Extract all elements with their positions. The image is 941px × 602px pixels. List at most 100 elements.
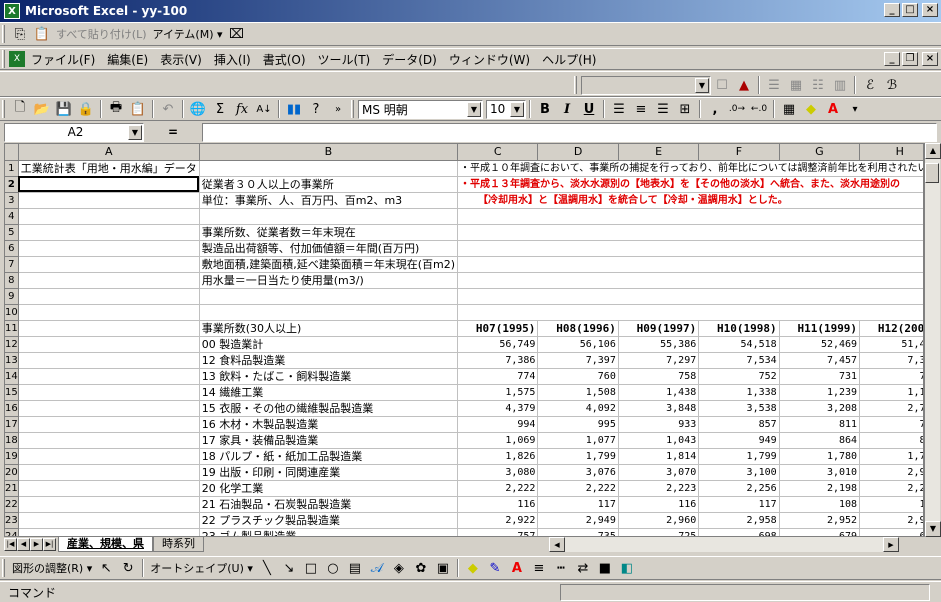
formula-input[interactable] (202, 122, 937, 142)
save-icon[interactable]: 💾 (53, 98, 75, 120)
line-color-icon[interactable]: ✎ (484, 557, 506, 579)
row-header[interactable]: 4 (5, 208, 19, 225)
value-cell[interactable]: 2,960 (618, 512, 700, 529)
cell-a[interactable] (18, 176, 200, 193)
menu-insert[interactable]: 挿入(I) (208, 51, 257, 68)
value-cell[interactable]: 52,469 (779, 336, 861, 353)
column-header[interactable]: B (199, 144, 459, 161)
value-cell[interactable]: 760 (537, 368, 619, 385)
worksheet-grid[interactable]: A B C D E F G H 1 工業統計表「用地・用水編」データ ・平成１０年調… (4, 143, 924, 537)
row-header[interactable]: 24 (5, 528, 19, 536)
print-icon[interactable]: 🖶 (105, 98, 127, 120)
bold-button[interactable]: B (534, 98, 556, 120)
cell-a[interactable] (18, 384, 200, 401)
industry-label[interactable]: 20 化学工業 (199, 480, 459, 497)
value-cell[interactable]: 811 (779, 416, 861, 433)
cell-table[interactable]: A B C D E F G H 1 工業統計表「用地・用水編」データ ・平成１０年調… (5, 144, 923, 536)
prev-sheet-icon[interactable]: ◀ (17, 538, 30, 551)
picture-icon[interactable]: ▣ (432, 557, 454, 579)
row-header[interactable]: 3 (5, 192, 19, 209)
value-cell[interactable]: 3,010 (779, 464, 861, 481)
maximize-button[interactable]: □ (902, 3, 918, 17)
menu-file[interactable]: ファイル(F) (25, 51, 101, 68)
cell-a[interactable] (18, 240, 200, 257)
value-cell[interactable]: 56,749 (457, 336, 539, 353)
value-cell[interactable]: 679 (779, 528, 861, 536)
row-header[interactable]: 21 (5, 480, 19, 497)
value-cell[interactable]: 117 (698, 496, 780, 513)
cell-note[interactable] (457, 240, 923, 257)
value-cell[interactable]: 3,538 (698, 400, 780, 417)
value-cell[interactable]: 1,799 (537, 448, 619, 465)
cell-a[interactable] (18, 512, 200, 529)
value-cell[interactable]: 1,077 (537, 432, 619, 449)
value-cell[interactable]: 2,223 (618, 480, 700, 497)
cell-note[interactable] (457, 288, 923, 305)
value-cell[interactable]: 3,848 (618, 400, 700, 417)
shadow-icon[interactable]: ■ (594, 557, 616, 579)
paste-all-button[interactable]: すべて貼り付け(L) (53, 24, 150, 44)
value-cell[interactable]: 1,069 (457, 432, 539, 449)
value-cell[interactable]: 817 (859, 432, 923, 449)
font-color-icon[interactable]: A (506, 557, 528, 579)
cell-a[interactable] (18, 528, 200, 536)
industry-label[interactable]: 00 製造業計 (199, 336, 459, 353)
toolbar-grip[interactable] (2, 25, 5, 43)
value-cell[interactable]: 864 (779, 432, 861, 449)
menu-help[interactable]: ヘルプ(H) (536, 51, 602, 68)
merge-center-icon[interactable]: ⊞ (674, 98, 696, 120)
row-header[interactable]: 1 (5, 160, 19, 177)
format-object-icon[interactable]: ☐ (711, 74, 733, 96)
industry-label[interactable]: 23 ゴム製品製造業 (199, 528, 459, 536)
arrow-style-icon[interactable]: ⇄ (572, 557, 594, 579)
industry-label[interactable]: 15 衣服・その他の繊維製品製造業 (199, 400, 459, 417)
industry-label[interactable]: 17 家具・装備品製造業 (199, 432, 459, 449)
value-cell[interactable]: 4,092 (537, 400, 619, 417)
value-cell[interactable]: 758 (618, 368, 700, 385)
open-folder-icon[interactable]: 📂 (31, 98, 53, 120)
industry-label[interactable]: 14 繊維工業 (199, 384, 459, 401)
row-header[interactable]: 19 (5, 448, 19, 465)
column-header[interactable]: E (618, 144, 700, 161)
cell-note[interactable]: 【冷却用水】と【温調用水】を統合して【冷却・温調用水】とした。 (457, 192, 923, 209)
row-header[interactable]: 12 (5, 336, 19, 353)
standard-grip[interactable] (2, 100, 5, 118)
paste-icon[interactable]: 📋 (31, 23, 53, 45)
year-header[interactable]: H09(1997) (618, 320, 700, 337)
cell-a[interactable] (18, 400, 200, 417)
fill-color-icon[interactable]: ◆ (800, 98, 822, 120)
cell-a[interactable] (18, 480, 200, 497)
value-cell[interactable]: 1,338 (698, 384, 780, 401)
cell-b[interactable] (199, 160, 459, 177)
value-cell[interactable]: 1,043 (618, 432, 700, 449)
next-sheet-icon[interactable]: ▶ (30, 538, 43, 551)
font-size-select[interactable]: 10 ▼ (486, 99, 526, 119)
value-cell[interactable]: 7,297 (618, 352, 700, 369)
industry-label[interactable]: 13 飲料・たばこ・飼料製造業 (199, 368, 459, 385)
close-button[interactable]: × (922, 3, 938, 17)
value-cell[interactable]: 2,949 (537, 512, 619, 529)
value-cell[interactable]: 7,534 (698, 352, 780, 369)
diagram-icon[interactable]: ◈ (388, 557, 410, 579)
row-header[interactable]: 16 (5, 400, 19, 417)
undo-icon[interactable]: ↶ (157, 98, 179, 120)
font-name-select[interactable]: MS 明朝 ▼ (358, 99, 483, 119)
arrow-icon[interactable]: ↘ (278, 557, 300, 579)
help-icon[interactable]: ? (305, 98, 327, 120)
clear-clipboard-icon[interactable]: ⌧ (226, 23, 248, 45)
insert-function-icon[interactable]: fx (231, 98, 253, 120)
line-icon[interactable]: ╲ (256, 557, 278, 579)
decrease-decimal-icon[interactable]: ←.0 (748, 98, 770, 120)
rectangle-icon[interactable]: □ (300, 557, 322, 579)
excel-app-icon[interactable]: X (4, 3, 20, 19)
borders-icon[interactable]: ▦ (778, 98, 800, 120)
row-header[interactable]: 11 (5, 320, 19, 337)
value-cell[interactable]: 7,457 (779, 352, 861, 369)
permission-icon[interactable]: 🔒 (75, 98, 97, 120)
oval-icon[interactable]: ○ (322, 557, 344, 579)
value-cell[interactable]: 2,958 (698, 512, 780, 529)
value-cell[interactable]: 1,736 (859, 448, 923, 465)
value-cell[interactable]: 757 (457, 528, 539, 536)
align-right-icon[interactable]: ☰ (652, 98, 674, 120)
year-header[interactable]: H11(1999) (779, 320, 861, 337)
